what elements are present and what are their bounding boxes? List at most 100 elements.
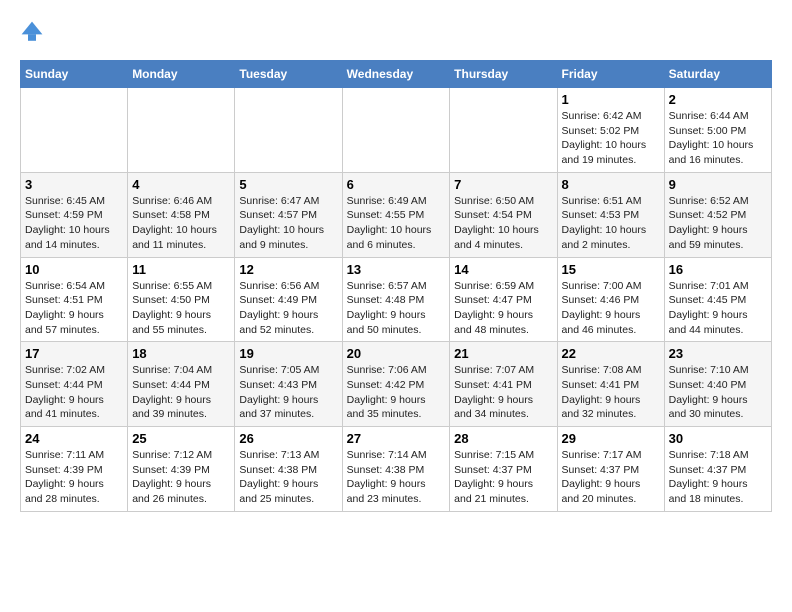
- day-cell: 2Sunrise: 6:44 AM Sunset: 5:00 PM Daylig…: [664, 88, 771, 173]
- day-info: Sunrise: 6:56 AM Sunset: 4:49 PM Dayligh…: [239, 279, 337, 338]
- day-number: 11: [132, 262, 230, 277]
- week-row-1: 1 Sunrise: 6:42 AM Sunset: 5:02 PM Daylig…: [21, 88, 772, 173]
- day-cell: 30Sunrise: 7:18 AM Sunset: 4:37 PM Dayli…: [664, 427, 771, 512]
- week-row-4: 17 Sunrise: 7:02 AM Sunset: 4:44 PM Dayli…: [21, 342, 772, 427]
- day-header-tuesday: Tuesday: [235, 61, 342, 88]
- day-number: 4: [132, 177, 230, 192]
- day-info: Sunrise: 7:04 AM Sunset: 4:44 PM Dayligh…: [132, 363, 230, 422]
- day-info: Sunrise: 7:11 AM Sunset: 4:39 PM Dayligh…: [25, 448, 123, 507]
- day-number: 23: [669, 346, 767, 361]
- day-number: 8: [562, 177, 660, 192]
- day-info: Sunrise: 7:13 AM Sunset: 4:38 PM Dayligh…: [239, 448, 337, 507]
- day-info: Sunrise: 6:59 AM Sunset: 4:47 PM Dayligh…: [454, 279, 552, 338]
- day-info: Sunrise: 7:10 AM Sunset: 4:40 PM Dayligh…: [669, 363, 767, 422]
- day-number: 13: [347, 262, 446, 277]
- day-info: Sunrise: 7:01 AM Sunset: 4:45 PM Dayligh…: [669, 279, 767, 338]
- day-number: 15: [562, 262, 660, 277]
- day-info: Sunrise: 6:49 AM Sunset: 4:55 PM Dayligh…: [347, 194, 446, 253]
- day-number: 19: [239, 346, 337, 361]
- day-header-monday: Monday: [128, 61, 235, 88]
- day-info: Sunrise: 7:14 AM Sunset: 4:38 PM Dayligh…: [347, 448, 446, 507]
- day-number: 24: [25, 431, 123, 446]
- day-cell: 18 Sunrise: 7:04 AM Sunset: 4:44 PM Dayli…: [128, 342, 235, 427]
- day-cell: 19Sunrise: 7:05 AM Sunset: 4:43 PM Dayli…: [235, 342, 342, 427]
- day-info: Sunrise: 6:51 AM Sunset: 4:53 PM Dayligh…: [562, 194, 660, 253]
- day-info: Sunrise: 6:42 AM Sunset: 5:02 PM Dayligh…: [562, 109, 660, 168]
- day-info: Sunrise: 7:08 AM Sunset: 4:41 PM Dayligh…: [562, 363, 660, 422]
- week-row-3: 10Sunrise: 6:54 AM Sunset: 4:51 PM Dayli…: [21, 257, 772, 342]
- day-number: 6: [347, 177, 446, 192]
- day-cell: 8 Sunrise: 6:51 AM Sunset: 4:53 PM Daylig…: [557, 172, 664, 257]
- day-number: 3: [25, 177, 123, 192]
- day-cell: 21 Sunrise: 7:07 AM Sunset: 4:41 PM Dayli…: [450, 342, 557, 427]
- day-cell: 6 Sunrise: 6:49 AM Sunset: 4:55 PM Daylig…: [342, 172, 450, 257]
- day-cell: [128, 88, 235, 173]
- day-cell: 11 Sunrise: 6:55 AM Sunset: 4:50 PM Dayli…: [128, 257, 235, 342]
- day-number: 25: [132, 431, 230, 446]
- day-info: Sunrise: 6:52 AM Sunset: 4:52 PM Dayligh…: [669, 194, 767, 253]
- day-header-thursday: Thursday: [450, 61, 557, 88]
- day-number: 7: [454, 177, 552, 192]
- day-info: Sunrise: 7:15 AM Sunset: 4:37 PM Dayligh…: [454, 448, 552, 507]
- day-cell: 29 Sunrise: 7:17 AM Sunset: 4:37 PM Dayli…: [557, 427, 664, 512]
- day-number: 2: [669, 92, 767, 107]
- day-number: 14: [454, 262, 552, 277]
- day-cell: 13Sunrise: 6:57 AM Sunset: 4:48 PM Dayli…: [342, 257, 450, 342]
- day-cell: [21, 88, 128, 173]
- day-cell: 22 Sunrise: 7:08 AM Sunset: 4:41 PM Dayli…: [557, 342, 664, 427]
- day-number: 22: [562, 346, 660, 361]
- day-cell: 3 Sunrise: 6:45 AM Sunset: 4:59 PM Daylig…: [21, 172, 128, 257]
- day-cell: 5Sunrise: 6:47 AM Sunset: 4:57 PM Daylig…: [235, 172, 342, 257]
- week-row-2: 3 Sunrise: 6:45 AM Sunset: 4:59 PM Daylig…: [21, 172, 772, 257]
- day-info: Sunrise: 6:45 AM Sunset: 4:59 PM Dayligh…: [25, 194, 123, 253]
- day-cell: 12 Sunrise: 6:56 AM Sunset: 4:49 PM Dayli…: [235, 257, 342, 342]
- day-cell: 26 Sunrise: 7:13 AM Sunset: 4:38 PM Dayli…: [235, 427, 342, 512]
- day-number: 29: [562, 431, 660, 446]
- calendar-body: 1 Sunrise: 6:42 AM Sunset: 5:02 PM Daylig…: [21, 88, 772, 512]
- day-info: Sunrise: 6:50 AM Sunset: 4:54 PM Dayligh…: [454, 194, 552, 253]
- day-cell: 15 Sunrise: 7:00 AM Sunset: 4:46 PM Dayli…: [557, 257, 664, 342]
- day-number: 10: [25, 262, 123, 277]
- day-number: 16: [669, 262, 767, 277]
- day-info: Sunrise: 6:55 AM Sunset: 4:50 PM Dayligh…: [132, 279, 230, 338]
- day-number: 20: [347, 346, 446, 361]
- day-cell: [450, 88, 557, 173]
- day-cell: 14 Sunrise: 6:59 AM Sunset: 4:47 PM Dayli…: [450, 257, 557, 342]
- day-header-friday: Friday: [557, 61, 664, 88]
- day-info: Sunrise: 7:12 AM Sunset: 4:39 PM Dayligh…: [132, 448, 230, 507]
- day-number: 28: [454, 431, 552, 446]
- day-header-wednesday: Wednesday: [342, 61, 450, 88]
- day-number: 18: [132, 346, 230, 361]
- day-number: 9: [669, 177, 767, 192]
- day-number: 30: [669, 431, 767, 446]
- calendar-table: SundayMondayTuesdayWednesdayThursdayFrid…: [20, 60, 772, 512]
- day-cell: 28 Sunrise: 7:15 AM Sunset: 4:37 PM Dayli…: [450, 427, 557, 512]
- day-cell: 24 Sunrise: 7:11 AM Sunset: 4:39 PM Dayli…: [21, 427, 128, 512]
- day-number: 17: [25, 346, 123, 361]
- day-number: 26: [239, 431, 337, 446]
- day-cell: 4Sunrise: 6:46 AM Sunset: 4:58 PM Daylig…: [128, 172, 235, 257]
- logo-icon: [20, 20, 44, 44]
- week-row-5: 24 Sunrise: 7:11 AM Sunset: 4:39 PM Dayli…: [21, 427, 772, 512]
- day-number: 27: [347, 431, 446, 446]
- day-info: Sunrise: 7:06 AM Sunset: 4:42 PM Dayligh…: [347, 363, 446, 422]
- day-info: Sunrise: 7:00 AM Sunset: 4:46 PM Dayligh…: [562, 279, 660, 338]
- day-info: Sunrise: 7:17 AM Sunset: 4:37 PM Dayligh…: [562, 448, 660, 507]
- day-info: Sunrise: 6:47 AM Sunset: 4:57 PM Dayligh…: [239, 194, 337, 253]
- day-cell: 16 Sunrise: 7:01 AM Sunset: 4:45 PM Dayli…: [664, 257, 771, 342]
- day-info: Sunrise: 7:07 AM Sunset: 4:41 PM Dayligh…: [454, 363, 552, 422]
- page-header: [20, 20, 772, 44]
- day-cell: 9 Sunrise: 6:52 AM Sunset: 4:52 PM Daylig…: [664, 172, 771, 257]
- day-number: 21: [454, 346, 552, 361]
- day-cell: 25 Sunrise: 7:12 AM Sunset: 4:39 PM Dayli…: [128, 427, 235, 512]
- day-cell: 1 Sunrise: 6:42 AM Sunset: 5:02 PM Daylig…: [557, 88, 664, 173]
- logo: [20, 20, 48, 44]
- day-number: 12: [239, 262, 337, 277]
- day-cell: [235, 88, 342, 173]
- day-cell: 17 Sunrise: 7:02 AM Sunset: 4:44 PM Dayli…: [21, 342, 128, 427]
- day-cell: 20 Sunrise: 7:06 AM Sunset: 4:42 PM Dayli…: [342, 342, 450, 427]
- day-header-sunday: Sunday: [21, 61, 128, 88]
- day-header-saturday: Saturday: [664, 61, 771, 88]
- day-info: Sunrise: 7:02 AM Sunset: 4:44 PM Dayligh…: [25, 363, 123, 422]
- day-number: 1: [562, 92, 660, 107]
